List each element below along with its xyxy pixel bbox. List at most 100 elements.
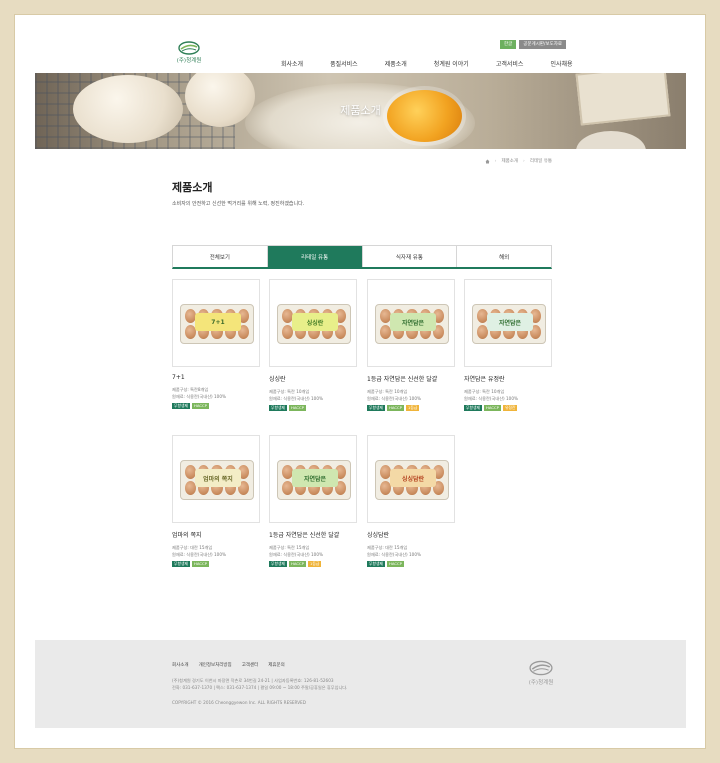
product-name[interactable]: 싱싱란 xyxy=(269,374,357,383)
footer-address: (주)청계원 경기도 이천시 마장면 작촌로 34번길 24-21 | 사업자등… xyxy=(172,678,334,683)
logo-icon xyxy=(529,660,553,676)
browser-frame: (주)청계원 한글 공문게시판/보도자료 회사소개 품질서비스 제품소개 청계원… xyxy=(14,14,706,749)
product-image[interactable]: 엄마의 쪽지 xyxy=(172,435,260,523)
carton-label: 싱싱란 xyxy=(292,313,338,331)
egg-carton-image: 싱싱란 xyxy=(277,304,351,344)
product-badges: 무항생제 HACCP xyxy=(172,561,260,567)
certification-badge: 무항생제 xyxy=(269,561,287,567)
product-name[interactable]: 1등급 자연담은 신선한 달걀 xyxy=(269,530,357,539)
footer-contact: 전화: 031-637-1370 | 팩스: 031-637-1374 | 평일… xyxy=(172,685,348,690)
certification-badge: HACCP xyxy=(386,405,404,411)
product-image[interactable]: 싱싱담란 xyxy=(367,435,455,523)
certification-badge: 무항생제 xyxy=(464,405,482,411)
nav-products[interactable]: 제품소개 xyxy=(385,59,407,68)
certification-badge: 무항생제 xyxy=(367,405,385,411)
page-title: 제품소개 xyxy=(172,181,213,194)
footer-logo-text: (주)청계원 xyxy=(528,680,554,686)
product-ingredients: 원재료: 식용란(국내산) 100% xyxy=(367,551,421,557)
product-badges: 무항생제 HACCP 1등급 xyxy=(269,561,357,567)
product-card[interactable]: 7+1 7+1 제품구성: 특란8개입 원재료: 식용란(국내산) 100% 무항생제 H… xyxy=(172,279,260,409)
certification-badge: HACCP xyxy=(191,561,209,567)
product-image[interactable]: 자연담은 xyxy=(367,279,455,367)
tab-overseas[interactable]: 해외 xyxy=(457,246,551,267)
footer-link[interactable]: 회사소개 xyxy=(172,662,189,668)
category-tabs: 전체보기 리테일 유통 식자재 유통 해외 xyxy=(172,245,552,269)
footer-link[interactable]: 제휴문의 xyxy=(268,662,285,668)
footer-link[interactable]: 개인정보처리방침 xyxy=(199,662,232,668)
breadcrumb-item[interactable]: 리테일 유통 xyxy=(530,158,552,164)
certification-badge: HACCP xyxy=(386,561,404,567)
nav-company[interactable]: 회사소개 xyxy=(281,59,303,68)
product-card[interactable]: 자연담은 1등급 자연담은 신선한 달걀제품구성: 특란 15개입 원재료: 식용란… xyxy=(269,435,357,567)
utility-links: 한글 공문게시판/보도자료 xyxy=(500,40,567,49)
certification-badge: 유정란 xyxy=(502,405,518,411)
egg-carton-image: 자연담은 xyxy=(277,460,351,500)
main-nav: 회사소개 품질서비스 제품소개 청계원 이야기 고객서비스 인사채용 xyxy=(281,59,573,68)
product-name[interactable]: 자연담은 유정란 xyxy=(464,374,552,383)
carton-label: 싱싱담란 xyxy=(390,469,436,487)
certification-badge: HACCP xyxy=(483,405,501,411)
product-image[interactable]: 7+1 xyxy=(172,279,260,367)
product-badges: 무항생제 HACCP 1등급 xyxy=(367,405,455,411)
hero-banner: 제품소개 xyxy=(35,73,686,149)
product-ingredients: 원재료: 식용란(국내산) 100% xyxy=(367,395,421,401)
footer-link[interactable]: 고객센터 xyxy=(242,662,259,668)
hero-plate-image xyxy=(576,131,646,149)
certification-badge: 무항생제 xyxy=(172,403,190,409)
carton-label: 7+1 xyxy=(195,313,241,331)
product-name[interactable]: 싱싱담란 xyxy=(367,530,455,539)
breadcrumb: › 제품소개 › 리테일 유통 xyxy=(485,158,552,164)
certification-badge: 무항생제 xyxy=(269,405,287,411)
page: (주)청계원 한글 공문게시판/보도자료 회사소개 품질서비스 제품소개 청계원… xyxy=(15,15,705,748)
certification-badge: 1등급 xyxy=(307,561,322,567)
product-info: 제품구성: 대란 15개입 원재료: 식용란(국내산) 100% xyxy=(172,545,260,558)
product-name[interactable]: 엄마의 쪽지 xyxy=(172,530,260,539)
product-info: 제품구성: 특란 15개입 원재료: 식용란(국내산) 100% xyxy=(269,545,357,558)
breadcrumb-separator: › xyxy=(523,158,525,164)
egg-carton-image: 싱싱담란 xyxy=(375,460,449,500)
product-image[interactable]: 싱싱란 xyxy=(269,279,357,367)
hero-title: 제품소개 xyxy=(340,104,381,117)
nav-customer[interactable]: 고객서비스 xyxy=(496,59,524,68)
product-card[interactable]: 엄마의 쪽지 엄마의 쪽지 제품구성: 대란 15개입 원재료: 식용란(국내산) 1… xyxy=(172,435,260,567)
breadcrumb-separator: › xyxy=(494,158,497,164)
footer: 회사소개 개인정보처리방침 고객센터 제휴문의 (주)청계원 경기도 이천시 마… xyxy=(35,640,686,728)
footer-links: 회사소개 개인정보처리방침 고객센터 제휴문의 xyxy=(172,662,285,668)
product-card[interactable]: 싱싱란 싱싱란 제품구성: 특란 10개입 원재료: 식용란(국내산) 100% 무항생… xyxy=(269,279,357,411)
nav-quality[interactable]: 품질서비스 xyxy=(330,59,358,68)
product-image[interactable]: 자연담은 xyxy=(269,435,357,523)
tab-all[interactable]: 전체보기 xyxy=(173,246,268,267)
home-icon[interactable] xyxy=(485,159,490,164)
product-ingredients: 원재료: 식용란(국내산) 100% xyxy=(269,551,323,557)
tab-retail[interactable]: 리테일 유통 xyxy=(267,246,363,267)
nav-recruit[interactable]: 인사채용 xyxy=(550,59,572,68)
footer-copyright: COPYRIGHT © 2016 Cheonggyewon Inc. ALL R… xyxy=(172,700,306,705)
egg-carton-image: 자연담은 xyxy=(375,304,449,344)
product-info: 제품구성: 특란 10개입 원재료: 식용란(국내산) 100% xyxy=(464,389,552,402)
certification-badge: HACCP xyxy=(288,405,306,411)
product-card[interactable]: 자연담은 1등급 자연담은 신선한 달걀제품구성: 특란 10개입 원재료: 식용란… xyxy=(367,279,455,411)
product-name[interactable]: 7+1 xyxy=(172,374,260,381)
util-link-press[interactable]: 공문게시판/보도자료 xyxy=(519,40,567,49)
product-ingredients: 원재료: 식용란(국내산) 100% xyxy=(464,395,518,401)
carton-label: 자연담은 xyxy=(292,469,338,487)
footer-logo: (주)청계원 xyxy=(523,660,559,686)
nav-story[interactable]: 청계원 이야기 xyxy=(434,59,469,68)
product-info: 제품구성: 특란 10개입 원재료: 식용란(국내산) 100% xyxy=(367,389,455,402)
carton-label: 자연담은 xyxy=(487,313,533,331)
certification-badge: HACCP xyxy=(288,561,306,567)
product-card[interactable]: 싱싱담란 싱싱담란 제품구성: 대란 15개입 원재료: 식용란(국내산) 100% 무… xyxy=(367,435,455,567)
product-card[interactable]: 자연담은자연담은 유정란제품구성: 특란 10개입 원재료: 식용란(국내산) 1… xyxy=(464,279,552,411)
tab-foodservice[interactable]: 식자재 유통 xyxy=(362,246,458,267)
certification-badge: 무항생제 xyxy=(367,561,385,567)
product-badges: 무항생제 HACCP xyxy=(172,403,260,409)
product-info: 제품구성: 특란 10개입 원재료: 식용란(국내산) 100% xyxy=(269,389,357,402)
product-info: 제품구성: 특란8개입 원재료: 식용란(국내산) 100% xyxy=(172,387,260,400)
site-logo[interactable]: (주)청계원 xyxy=(173,41,205,64)
logo-icon xyxy=(178,41,200,55)
util-link-korean[interactable]: 한글 xyxy=(500,40,517,49)
breadcrumb-item[interactable]: 제품소개 xyxy=(501,158,518,164)
product-ingredients: 원재료: 식용란(국내산) 100% xyxy=(172,393,226,399)
product-image[interactable]: 자연담은 xyxy=(464,279,552,367)
product-name[interactable]: 1등급 자연담은 신선한 달걀 xyxy=(367,374,455,383)
